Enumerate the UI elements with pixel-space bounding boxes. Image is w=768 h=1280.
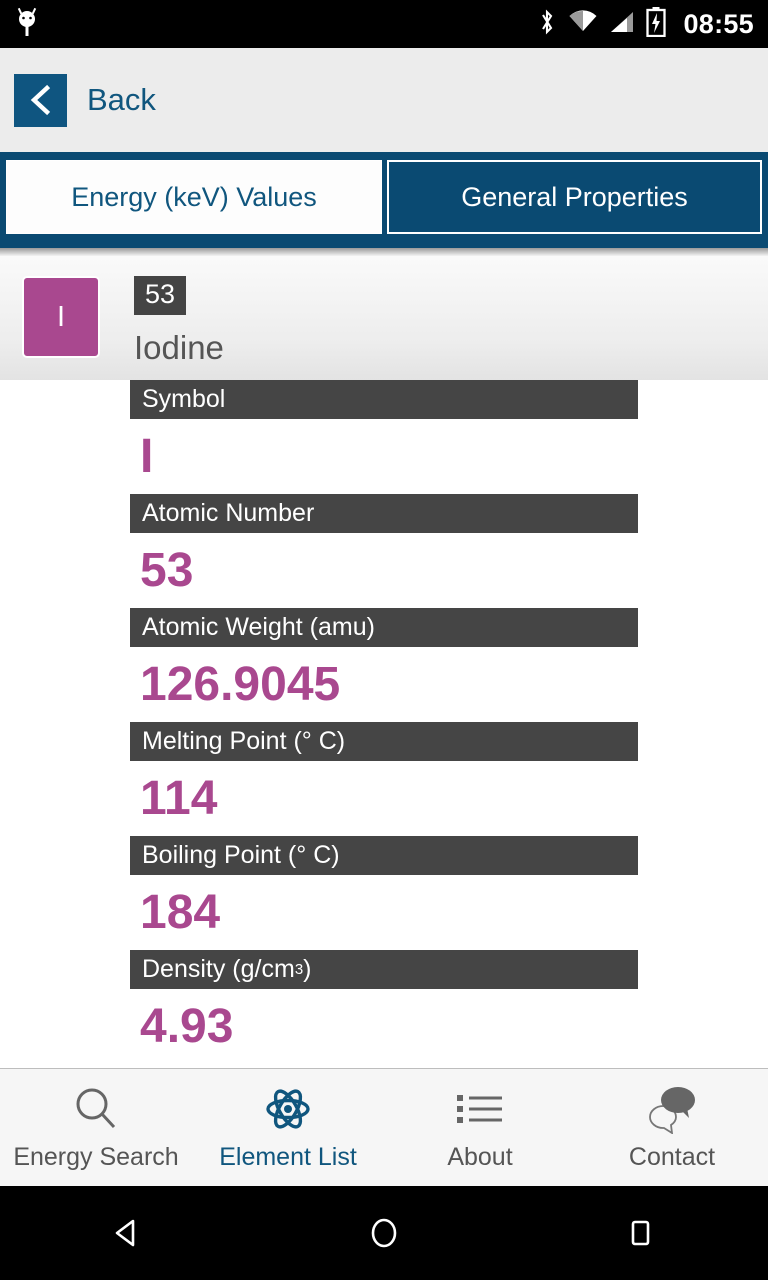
property-label-superscript: 3 — [294, 961, 304, 978]
top-app-bar: Back — [0, 48, 768, 152]
property-row: Symbol I — [0, 380, 768, 494]
list-icon — [454, 1083, 506, 1135]
tab-energy-values[interactable]: Energy (keV) Values — [6, 160, 382, 234]
property-value: 114 — [140, 771, 218, 825]
property-label: Melting Point (° C) — [130, 722, 638, 761]
tab-general-properties[interactable]: General Properties — [387, 160, 762, 234]
bluetooth-icon — [537, 8, 557, 41]
bottom-nav-label: Element List — [219, 1143, 357, 1171]
wifi-icon — [568, 9, 598, 39]
bottom-nav-about[interactable]: About — [384, 1069, 576, 1186]
property-value: 53 — [140, 543, 194, 597]
search-icon — [70, 1083, 122, 1135]
property-value: 126.9045 — [140, 657, 341, 711]
recents-square-icon[interactable] — [512, 1216, 768, 1250]
chat-bubbles-icon — [645, 1083, 699, 1135]
atom-icon — [262, 1083, 314, 1135]
bottom-nav-contact[interactable]: Contact — [576, 1069, 768, 1186]
tab-bar: Energy (keV) Values General Properties — [0, 152, 768, 248]
element-info: 53 Iodine — [134, 276, 224, 367]
element-atomic-number-badge: 53 — [134, 276, 187, 315]
back-button-label: Back — [87, 82, 156, 117]
back-triangle-icon[interactable] — [0, 1216, 256, 1250]
bottom-navigation-bar: Energy Search Element List About Contact — [0, 1068, 768, 1186]
status-bar-clock: 08:55 — [683, 8, 754, 39]
property-value: 4.93 — [140, 999, 234, 1053]
home-circle-icon[interactable] — [256, 1216, 512, 1250]
android-robot-icon — [16, 7, 38, 42]
property-row: Melting Point (° C) 114 — [0, 722, 768, 836]
property-row: Density (g/cm 3) 4.93 — [0, 950, 768, 1064]
status-bar: 08:55 — [0, 0, 768, 48]
properties-scroll-area[interactable]: Symbol I Atomic Number 53 Atomic Weight (amu… — [0, 380, 768, 1068]
status-bar-notifications — [16, 7, 38, 42]
property-label: Symbol — [130, 380, 638, 419]
element-symbol-tile: I — [22, 276, 100, 358]
status-bar-icons: 08:55 — [537, 6, 754, 42]
properties-list: Symbol I Atomic Number 53 Atomic Weight (amu… — [0, 380, 768, 1064]
property-value: I — [140, 429, 154, 483]
element-name: Iodine — [134, 329, 224, 366]
bottom-nav-element-list[interactable]: Element List — [192, 1069, 384, 1186]
property-label: Boiling Point (° C) — [130, 836, 638, 875]
property-row: Atomic Number 53 — [0, 494, 768, 608]
element-header: I 53 Iodine — [0, 256, 768, 380]
chevron-left-icon — [14, 73, 67, 127]
android-system-nav — [0, 1186, 768, 1280]
bottom-nav-label: About — [447, 1143, 513, 1171]
property-label: Atomic Weight (amu) — [130, 608, 638, 647]
property-label: Atomic Number — [130, 494, 638, 533]
battery-charging-icon — [646, 6, 667, 42]
bottom-nav-label: Energy Search — [13, 1143, 179, 1171]
back-button[interactable]: Back — [14, 73, 156, 127]
property-label: Density (g/cm 3) — [130, 950, 638, 989]
bottom-nav-energy-search[interactable]: Energy Search — [0, 1069, 192, 1186]
property-row: Boiling Point (° C) 184 — [0, 836, 768, 950]
property-value: 184 — [140, 885, 221, 939]
property-row: Atomic Weight (amu) 126.9045 — [0, 608, 768, 722]
app-screen: 08:55 Back Energy (keV) Values General P… — [0, 0, 768, 1280]
bottom-nav-label: Contact — [628, 1143, 716, 1171]
cellular-signal-icon — [609, 10, 635, 39]
